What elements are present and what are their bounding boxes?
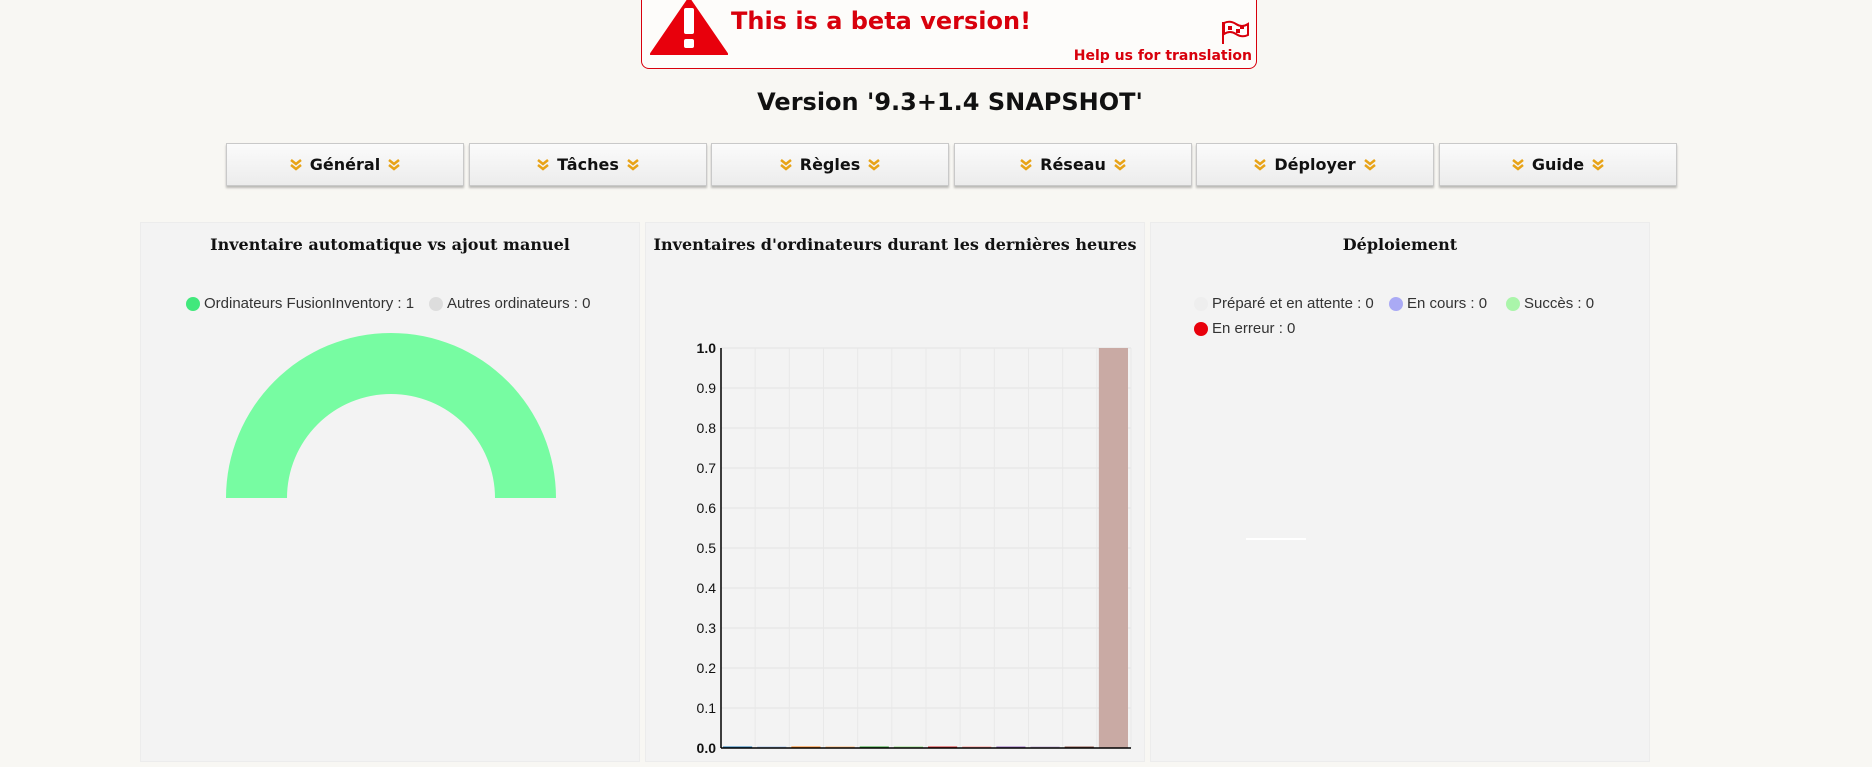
menu-item-reseau[interactable]: Réseau: [954, 143, 1192, 186]
legend-label: En cours : 0: [1407, 295, 1488, 312]
pie-slice-0: [226, 333, 556, 498]
menu-item-general[interactable]: Général: [226, 143, 464, 186]
legend-dot: [186, 296, 200, 311]
chevron-down-icon: [1254, 158, 1267, 171]
chevron-down-icon: [290, 158, 302, 171]
legend-dot: [1389, 296, 1403, 311]
chevron-down-icon: [1363, 158, 1376, 171]
legend-item[interactable]: En erreur : 0: [1194, 320, 1295, 337]
chevron-down-icon: [779, 158, 792, 171]
panel-title: Déploiement: [1342, 235, 1458, 254]
x-tick-label: 11:00: [926, 755, 960, 758]
legend-item[interactable]: Ordinateurs FusionInventory : 1: [186, 295, 414, 312]
deploy-panel: Déploiement Préparé et en attente : 0 En…: [1150, 222, 1650, 762]
menu-item-label: Guide: [1531, 155, 1585, 174]
legend-label: Ordinateurs FusionInventory : 1: [204, 295, 415, 312]
chevron-down-icon: [1114, 158, 1126, 171]
menu-item-regles[interactable]: Règles: [711, 143, 949, 186]
deploy-pie-chart: [1246, 538, 1306, 540]
legend-dot: [1194, 296, 1208, 311]
chevron-down-icon: [1020, 158, 1032, 171]
legend-item[interactable]: Succès : 0: [1506, 295, 1594, 312]
legend-dot: [1506, 296, 1520, 311]
y-tick-label: 0.3: [697, 620, 717, 636]
x-tick-label: 07:00: [789, 755, 824, 758]
legend-dot: [429, 296, 443, 311]
y-tick-label: 0.0: [697, 740, 717, 756]
y-tick-label: 1.0: [697, 340, 717, 356]
menu-item-label: Règles: [799, 155, 861, 174]
menu-item-label: Général: [309, 155, 381, 174]
y-tick-label: 0.2: [697, 660, 717, 676]
chevron-down-icon: [537, 158, 549, 171]
inventory-panel: Inventaire automatique vs ajout manuel O…: [140, 222, 640, 762]
flag-icon[interactable]: [1220, 20, 1250, 44]
y-tick-label: 0.8: [697, 420, 717, 436]
chevron-down-icon: [1592, 158, 1604, 171]
y-tick-label: 0.6: [697, 500, 717, 516]
menu-item-guide[interactable]: Guide: [1439, 143, 1677, 186]
chevron-down-icon: [627, 158, 639, 171]
inventory-pie-chart: [226, 333, 556, 498]
bar-16:00: [1098, 348, 1128, 748]
menu-item-taches[interactable]: Tâches: [469, 143, 707, 186]
legend-label: Préparé et en attente : 0: [1212, 295, 1374, 312]
legend-item[interactable]: Préparé et en attente : 0: [1194, 295, 1374, 312]
y-tick-label: 0.5: [697, 540, 717, 556]
menu-item-label: Tâches: [557, 155, 619, 174]
x-tick-label: 13:00: [994, 755, 1029, 758]
version-title: Version '9.3+1.4 SNAPSHOT': [757, 88, 1143, 116]
beta-title: This is a beta version!: [731, 7, 1032, 35]
y-tick-label: 0.7: [697, 460, 717, 476]
x-tick-label: 15:00: [1062, 755, 1097, 758]
legend-label: Succès : 0: [1524, 295, 1595, 312]
menu-item-label: Réseau: [1040, 155, 1106, 174]
legend-label: Autres ordinateurs : 0: [447, 295, 591, 312]
chevron-down-icon: [388, 158, 400, 171]
legend-dot: [1194, 321, 1208, 336]
beta-banner: This is a beta version! Help us for tran…: [641, 0, 1257, 69]
chevron-down-icon: [1512, 158, 1524, 171]
x-tick-label: 05:00: [721, 755, 756, 758]
menu-item-label: Déployer: [1274, 155, 1356, 174]
hourly-panel: Inventaires d'ordinateurs durant les der…: [645, 222, 1145, 762]
legend-item[interactable]: Autres ordinateurs : 0: [429, 295, 590, 312]
warning-icon: [650, 0, 728, 55]
legend-label: En erreur : 0: [1212, 320, 1296, 337]
chevron-down-icon: [868, 158, 881, 171]
panel-title: Inventaires d'ordinateurs durant les der…: [653, 235, 1137, 254]
help-translation-link[interactable]: Help us for translation: [1074, 48, 1252, 64]
y-tick-label: 0.4: [697, 580, 717, 596]
menu-item-deployer[interactable]: Déployer: [1196, 143, 1434, 186]
hourly-bar-chart: 0.00.10.20.30.40.50.60.70.80.91.005:0006…: [697, 340, 1132, 758]
x-tick-label: 09:00: [857, 755, 892, 758]
y-tick-label: 0.1: [697, 700, 717, 716]
legend-item[interactable]: En cours : 0: [1389, 295, 1487, 312]
panel-title: Inventaire automatique vs ajout manuel: [210, 235, 570, 254]
y-tick-label: 0.9: [697, 380, 717, 396]
